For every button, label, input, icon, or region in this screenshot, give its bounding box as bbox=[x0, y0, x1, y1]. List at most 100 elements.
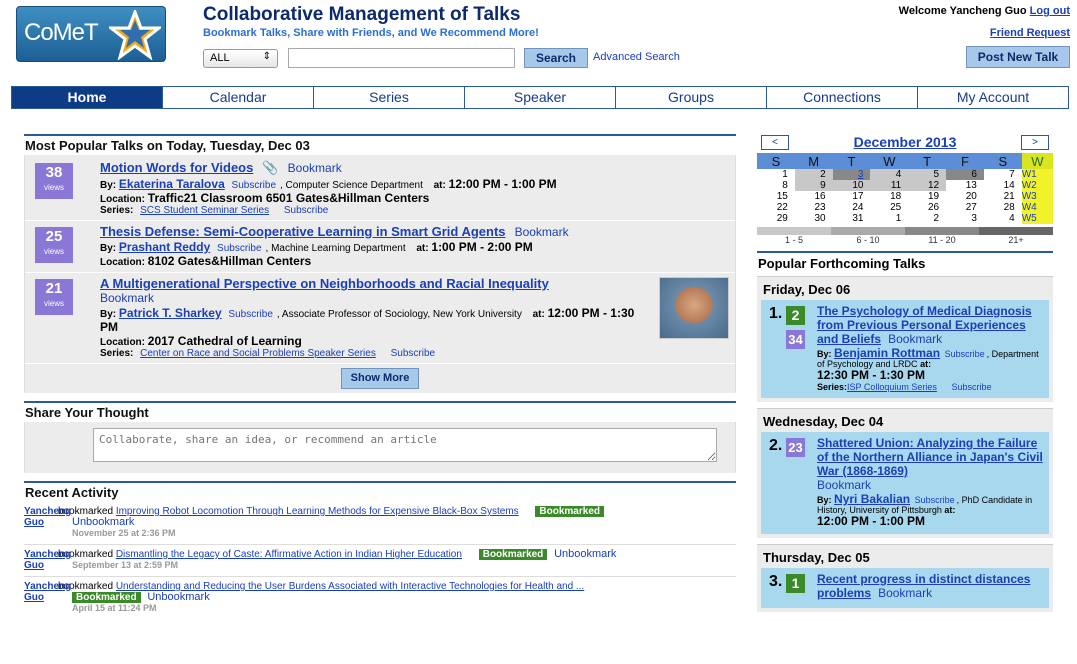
nav-calendar[interactable]: Calendar bbox=[163, 86, 314, 109]
calendar-day[interactable]: 7 bbox=[984, 169, 1022, 180]
calendar-day[interactable]: 5 bbox=[908, 169, 947, 180]
calendar-day[interactable]: 29 bbox=[757, 213, 795, 224]
logout-link[interactable]: Log out bbox=[1030, 5, 1070, 17]
calendar-day[interactable]: 4 bbox=[870, 169, 909, 180]
calendar-day[interactable]: 12 bbox=[908, 180, 947, 191]
forthcoming-title-link[interactable]: Shattered Union: Analyzing the Failure o… bbox=[817, 436, 1043, 478]
calendar-day[interactable]: 4 bbox=[984, 213, 1022, 224]
nav-home[interactable]: Home bbox=[11, 86, 163, 109]
share-thought-heading: Share Your Thought bbox=[24, 401, 736, 422]
calendar-week-link[interactable]: W5 bbox=[1021, 213, 1053, 224]
calendar-month-link[interactable]: December 2013 bbox=[757, 134, 1053, 150]
talk-title-link[interactable]: Thesis Defense: Semi-Cooperative Learnin… bbox=[100, 224, 506, 239]
calendar-day[interactable]: 10 bbox=[832, 180, 871, 191]
speaker-link[interactable]: Benjamin Rottman bbox=[834, 346, 940, 360]
calendar-day[interactable]: 26 bbox=[908, 202, 946, 213]
speaker-link[interactable]: Nyri Bakalian bbox=[834, 492, 910, 506]
friend-request-link[interactable]: Friend Request bbox=[990, 27, 1070, 39]
calendar-day[interactable]: 28 bbox=[984, 202, 1022, 213]
forthcoming-day-box: Thursday, Dec 05 3. 1 Recent progress in… bbox=[757, 544, 1053, 612]
calendar-week-link[interactable]: W2 bbox=[1021, 180, 1053, 191]
calendar-day[interactable]: 6 bbox=[946, 169, 984, 180]
calendar-day[interactable]: 11 bbox=[870, 180, 909, 191]
share-thought-textarea[interactable] bbox=[93, 428, 717, 462]
post-new-talk-button[interactable]: Post New Talk bbox=[966, 46, 1070, 68]
bookmark-link[interactable]: Bookmark bbox=[288, 161, 342, 175]
at-label: at: bbox=[532, 309, 545, 320]
talk-title-link[interactable]: Motion Words for Videos bbox=[100, 160, 253, 175]
subscribe-speaker-link[interactable]: Subscribe bbox=[232, 180, 276, 191]
calendar-day[interactable]: 9 bbox=[794, 180, 833, 191]
talk-title-link[interactable]: A Multigenerational Perspective on Neigh… bbox=[100, 276, 549, 291]
comet-logo[interactable]: CoMeT bbox=[16, 6, 166, 62]
subscribe-speaker-link[interactable]: Subscribe bbox=[228, 309, 272, 320]
advanced-search-link[interactable]: Advanced Search bbox=[593, 51, 680, 63]
nav-groups[interactable]: Groups bbox=[616, 86, 767, 109]
calendar-day[interactable]: 24 bbox=[833, 202, 871, 213]
unbookmark-link[interactable]: Unbookmark bbox=[554, 548, 616, 560]
calendar-day[interactable]: 18 bbox=[870, 191, 908, 202]
calendar-week-link[interactable]: W1 bbox=[1021, 169, 1053, 180]
calendar-day[interactable]: 27 bbox=[946, 202, 984, 213]
calendar-next-button[interactable]: > bbox=[1021, 135, 1049, 150]
subscribe-speaker-link[interactable]: Subscribe bbox=[217, 243, 261, 254]
calendar-day[interactable]: 14 bbox=[984, 180, 1022, 191]
bookmark-link[interactable]: Bookmark bbox=[878, 586, 932, 600]
series-link[interactable]: SCS Student Seminar Series bbox=[140, 205, 269, 216]
calendar-day[interactable]: 20 bbox=[946, 191, 984, 202]
calendar-day[interactable]: 21 bbox=[984, 191, 1022, 202]
views-count: 38 bbox=[45, 164, 63, 181]
calendar-day[interactable]: 30 bbox=[795, 213, 833, 224]
calendar-day[interactable]: 13 bbox=[946, 180, 984, 191]
calendar-day[interactable]: 1 bbox=[757, 169, 795, 180]
calendar-day[interactable]: 2 bbox=[794, 169, 833, 180]
subscribe-series-link[interactable]: Subscribe bbox=[284, 205, 328, 216]
unbookmark-link[interactable]: Unbookmark bbox=[72, 516, 134, 528]
calendar-day[interactable]: 17 bbox=[833, 191, 871, 202]
by-label: By: bbox=[817, 495, 832, 505]
speaker-link[interactable]: Ekaterina Taralova bbox=[119, 177, 225, 191]
calendar-day[interactable]: 3 bbox=[946, 213, 984, 224]
bookmark-link[interactable]: Bookmark bbox=[515, 225, 569, 239]
speaker-link[interactable]: Patrick T. Sharkey bbox=[119, 306, 222, 320]
search-input[interactable] bbox=[288, 48, 515, 68]
subscribe-series-link[interactable]: Subscribe bbox=[951, 382, 991, 392]
activity-user-link[interactable]: Yancheng Guo bbox=[24, 581, 71, 603]
calendar-day[interactable]: 31 bbox=[833, 213, 871, 224]
activity-talk-link[interactable]: Improving Robot Locomotion Through Learn… bbox=[116, 506, 519, 517]
calendar-day[interactable]: 22 bbox=[757, 202, 795, 213]
bookmark-link[interactable]: Bookmark bbox=[100, 291, 154, 305]
activity-user-link[interactable]: Yancheng Guo bbox=[24, 506, 71, 528]
calendar-week-link[interactable]: W3 bbox=[1021, 191, 1053, 202]
at-label: at: bbox=[416, 243, 429, 254]
calendar-day[interactable]: 1 bbox=[870, 213, 908, 224]
subscribe-series-link[interactable]: Subscribe bbox=[391, 348, 435, 359]
subscribe-speaker-link[interactable]: Subscribe bbox=[945, 349, 985, 359]
calendar-prev-button[interactable]: < bbox=[761, 135, 789, 150]
calendar-day-today[interactable]: 3 bbox=[832, 169, 871, 180]
calendar-day[interactable]: 16 bbox=[795, 191, 833, 202]
search-button[interactable]: Search bbox=[524, 48, 588, 68]
calendar-day[interactable]: 25 bbox=[870, 202, 908, 213]
unbookmark-link[interactable]: Unbookmark bbox=[147, 591, 209, 603]
bookmark-link[interactable]: Bookmark bbox=[817, 478, 871, 492]
search-scope-select[interactable]: ALL ⇕ bbox=[203, 49, 278, 68]
calendar-day[interactable]: 23 bbox=[795, 202, 833, 213]
nav-speaker[interactable]: Speaker bbox=[465, 86, 616, 109]
series-link[interactable]: ISP Colloquium Series bbox=[847, 382, 937, 392]
bookmark-link[interactable]: Bookmark bbox=[888, 332, 942, 346]
calendar-day[interactable]: 2 bbox=[908, 213, 946, 224]
calendar-day[interactable]: 19 bbox=[908, 191, 946, 202]
series-link[interactable]: Center on Race and Social Problems Speak… bbox=[140, 348, 376, 359]
nav-my-account[interactable]: My Account bbox=[918, 86, 1069, 109]
speaker-link[interactable]: Prashant Reddy bbox=[119, 240, 210, 254]
activity-talk-link[interactable]: Dismantling the Legacy of Caste: Affirma… bbox=[116, 549, 462, 560]
show-more-button[interactable]: Show More bbox=[341, 368, 419, 389]
subscribe-speaker-link[interactable]: Subscribe bbox=[915, 495, 955, 505]
calendar-week-link[interactable]: W4 bbox=[1021, 202, 1053, 213]
nav-series[interactable]: Series bbox=[314, 86, 465, 109]
nav-connections[interactable]: Connections bbox=[767, 86, 918, 109]
activity-user-link[interactable]: Yancheng Guo bbox=[24, 549, 71, 571]
calendar-day[interactable]: 15 bbox=[757, 191, 795, 202]
calendar-day[interactable]: 8 bbox=[757, 180, 795, 191]
